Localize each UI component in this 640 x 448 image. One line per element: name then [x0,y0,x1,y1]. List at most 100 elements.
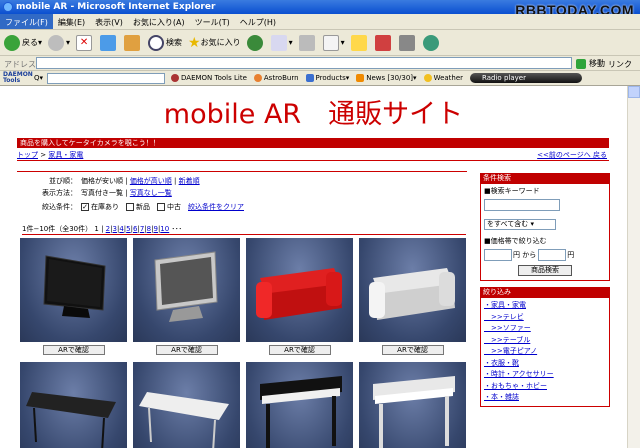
radio-player[interactable]: Radio player [470,73,583,83]
category-link[interactable]: ・本・雑誌 [484,392,606,404]
category-link[interactable]: >>テーブル [484,335,606,347]
back-button[interactable]: 戻る ▾ [4,34,42,51]
home-button[interactable] [124,34,142,51]
keyword-label: ■検索キーワード [484,187,540,195]
sort-newest[interactable]: 新着順 [179,177,200,185]
product-image-table-dark[interactable] [20,362,127,448]
ar-check-button[interactable]: ARで確認 [155,345,218,355]
category-link[interactable]: ・家具・家電 [484,300,606,312]
category-link[interactable]: >>ソファー [484,323,606,335]
products-icon [305,74,314,82]
product-search-button[interactable]: 商品検索 [518,265,572,276]
price-max-input[interactable] [538,249,567,261]
product-image-sofa-red[interactable] [246,238,353,342]
product-image-piano-black[interactable] [246,362,353,448]
vertical-scrollbar[interactable] [627,86,640,448]
menu-edit[interactable]: 編集(E) [53,14,90,28]
product-image-sofa-white[interactable] [359,238,466,342]
breadcrumb: トップ > 家具・家電 <<前のページへ 戻る [17,150,609,161]
weather-link[interactable]: Weather [423,74,463,82]
breadcrumb-top-link[interactable]: トップ [17,151,38,159]
sort-price-desc[interactable]: 価格が高い順 [130,177,172,185]
weather-icon [423,74,432,82]
display-with-photo[interactable]: 写真付き一覧 [81,189,123,197]
category-link[interactable]: ・おもちゃ・ホビー [484,381,606,393]
category-link[interactable]: >>テレビ [484,312,606,324]
page-link[interactable]: 7 [140,225,144,233]
search-button[interactable]: 検索 [148,34,182,51]
search-icon[interactable]: Q▾ [34,74,43,82]
keyword-input[interactable] [484,199,560,211]
category-link[interactable]: ・衣服・靴 [484,358,606,370]
product-card [133,362,240,448]
go-button[interactable]: 移動 [576,58,605,69]
tools-button[interactable] [422,34,441,51]
refresh-button[interactable] [100,34,118,51]
display-no-photo[interactable]: 写真なし一覧 [130,189,172,197]
ar-check-button[interactable]: ARで確認 [381,345,444,355]
news-menu[interactable]: News [30/30] ▾ [356,74,417,82]
product-image-tv-silver[interactable] [133,238,240,342]
page-link[interactable]: 5 [126,225,130,233]
page-link[interactable]: 8 [147,225,151,233]
new-checkbox[interactable] [126,203,134,211]
used-checkbox[interactable] [157,203,165,211]
products-menu[interactable]: Products ▾ [305,74,349,82]
category-link[interactable]: ・時計・アクセサリー [484,369,606,381]
menu-help[interactable]: ヘルプ(H) [235,14,281,28]
address-bar: アドレス(D) 移動 リンク [0,56,640,71]
daemon-search-input[interactable] [47,72,166,84]
product-image-tv-black[interactable] [20,238,127,342]
page-link[interactable]: 4 [119,225,123,233]
messenger-icon [398,34,415,51]
edit-button[interactable]: ▾ [322,34,345,51]
breadcrumb-current-link[interactable]: 家具・家電 [48,151,83,159]
pagination: 1件−10件（全30件） 1 | 2|3|4|5|6|7|8|9|10 ･･･ [22,224,466,235]
product-image-piano-white[interactable] [359,362,466,448]
page-link[interactable]: 3 [113,225,117,233]
stop-button[interactable]: ✕ [76,34,94,51]
forward-button[interactable]: ▾ [48,34,70,51]
page-links: | 2|3|4|5|6|7|8|9|10 [101,225,170,233]
page-link[interactable]: 2 [106,225,110,233]
address-input[interactable] [36,57,572,69]
discuss-button[interactable] [350,34,369,51]
sort-price-asc[interactable]: 価格が安い順 [81,177,123,185]
ar-check-button[interactable]: ARで確認 [268,345,331,355]
menu-view[interactable]: 表示(V) [90,14,128,28]
print-button[interactable] [298,34,317,51]
research-button[interactable] [374,34,393,51]
menu-tools[interactable]: ツール(T) [190,14,235,28]
product-card [20,362,127,448]
sort-row: 並び順： 価格が安い順 | 価格が高い順 | 新着順 [49,177,200,185]
product-card: ARで確認 [133,238,240,355]
page-link[interactable]: 6 [133,225,137,233]
history-button[interactable] [246,34,265,51]
daemon-tools-lite-link[interactable]: DAEMON Tools Lite [171,74,247,82]
product-image-table-white[interactable] [133,362,240,448]
price-min-input[interactable] [484,249,512,261]
astroburn-link[interactable]: AstroBurn [253,74,299,82]
refresh-icon [100,34,117,51]
links-button[interactable]: リンク [608,59,632,70]
history-icon [246,34,263,51]
note-icon [350,34,367,51]
match-select[interactable]: をすべて含む ▾ [484,219,556,230]
messenger-button[interactable] [398,34,417,51]
mail-button[interactable]: ▾ [270,34,293,51]
scroll-up-icon[interactable] [628,86,640,98]
ar-check-button[interactable]: ARで確認 [42,345,105,355]
edit-icon [322,34,339,51]
menu-file[interactable]: ファイル(F) [0,14,53,29]
back-link[interactable]: <<前のページへ 戻る [537,150,607,160]
research-icon [374,34,391,51]
page-link[interactable]: 9 [153,225,157,233]
clear-filter-link[interactable]: 絞込条件をクリア [188,203,244,211]
page-link[interactable]: 10 [160,225,169,233]
menu-favorites[interactable]: お気に入り(A) [128,14,190,28]
display-row: 表示方法： 写真付き一覧 | 写真なし一覧 [42,189,172,197]
category-link[interactable]: >>電子ピアノ [484,346,606,358]
in-stock-checkbox[interactable]: ✓ [81,203,89,211]
favorites-button[interactable]: ★ お気に入り [188,35,241,51]
site-title: mobile AR 通販サイト [163,99,464,130]
